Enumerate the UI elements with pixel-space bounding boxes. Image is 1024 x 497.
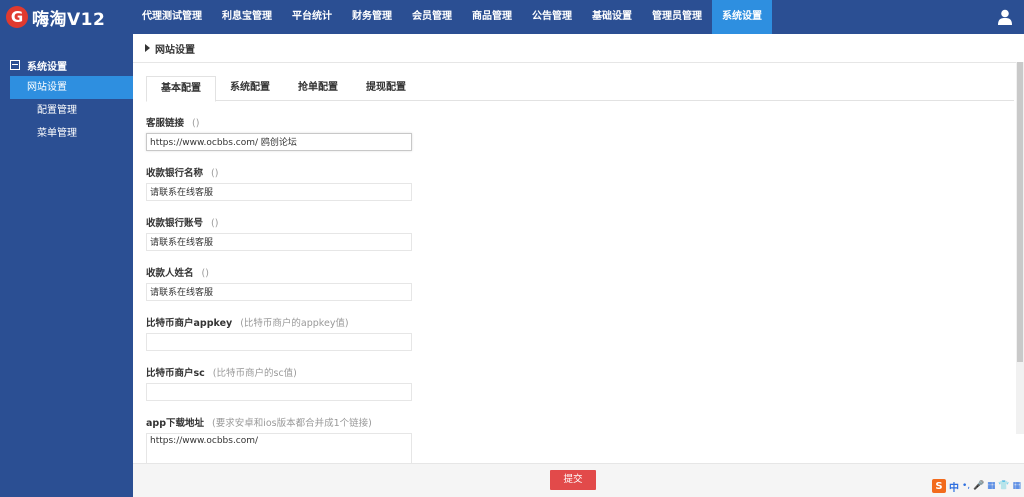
field-hint: () <box>211 168 219 179</box>
nav-item-notices[interactable]: 公告管理 <box>522 0 582 34</box>
field-hint: () <box>192 118 200 129</box>
tab-withdraw-config[interactable]: 提现配置 <box>352 76 420 100</box>
nav-item-interest[interactable]: 利息宝管理 <box>212 0 282 34</box>
field-label: 客服链接 <box>146 118 185 129</box>
field-label: 收款银行账号 <box>146 218 204 229</box>
field-service-link: 客服链接 () <box>146 115 199 129</box>
app-title: 嗨淘V12 <box>32 9 106 30</box>
field-payee-name: 收款人姓名 () <box>146 265 209 279</box>
scrollbar[interactable] <box>1016 62 1024 434</box>
top-navbar: G 嗨淘V12 代理测试管理 利息宝管理 平台统计 财务管理 会员管理 商品管理… <box>0 0 1024 34</box>
breadcrumb-label: 网站设置 <box>155 44 195 56</box>
tab-bar: 基本配置 系统配置 抢单配置 提现配置 <box>146 76 1014 102</box>
payee-name-input[interactable]: 请联系在线客服 <box>146 283 412 301</box>
service-link-input[interactable]: https://www.ocbbs.com/ 鸥创论坛 <box>146 133 412 151</box>
field-label: 比特币商户appkey <box>146 318 233 329</box>
nav-item-stats[interactable]: 平台统计 <box>282 0 342 34</box>
breadcrumb: 网站设置 <box>133 34 1024 63</box>
ime-tools-icons[interactable]: •, 🎤 ▦ 👕 ▦ <box>962 481 1021 491</box>
collapse-icon[interactable] <box>10 60 20 70</box>
field-label: 收款银行名称 <box>146 168 204 179</box>
field-bank-name: 收款银行名称 () <box>146 165 218 179</box>
btc-appkey-input[interactable] <box>146 333 412 351</box>
user-icon[interactable] <box>998 9 1012 25</box>
field-hint: (要求安卓和ios版本都合并成1个链接) <box>212 418 372 429</box>
nav-item-basic-settings[interactable]: 基础设置 <box>582 0 642 34</box>
field-label: 比特币商户sc <box>146 368 205 379</box>
field-hint: () <box>211 218 219 229</box>
nav-item-members[interactable]: 会员管理 <box>402 0 462 34</box>
sidebar-item-site-settings[interactable]: 网站设置 <box>10 76 133 99</box>
bank-name-input[interactable]: 请联系在线客服 <box>146 183 412 201</box>
field-hint: (比特币商户的appkey值) <box>240 318 349 329</box>
field-app-download: app下载地址 (要求安卓和ios版本都合并成1个链接) <box>146 415 372 429</box>
nav-item-system-settings[interactable]: 系统设置 <box>712 0 772 34</box>
btc-sc-input[interactable] <box>146 383 412 401</box>
form-footer: 提交 S 中 •, 🎤 ▦ 👕 ▦ <box>133 463 1024 497</box>
tab-basic-config[interactable]: 基本配置 <box>146 76 216 102</box>
sidebar-group[interactable]: 系统设置 <box>0 54 133 76</box>
main-content: 网站设置 基本配置 系统配置 抢单配置 提现配置 客服链接 () https://… <box>133 34 1024 497</box>
main-nav: 代理测试管理 利息宝管理 平台统计 财务管理 会员管理 商品管理 公告管理 基础… <box>132 0 772 34</box>
field-hint: () <box>201 268 209 279</box>
app-download-textarea[interactable]: https://www.ocbbs.com/ <box>146 433 412 467</box>
caret-right-icon <box>145 44 150 52</box>
field-btc-appkey: 比特币商户appkey (比特币商户的appkey值) <box>146 315 349 329</box>
field-bank-account: 收款银行账号 () <box>146 215 218 229</box>
nav-item-finance[interactable]: 财务管理 <box>342 0 402 34</box>
sidebar: 系统设置 网站设置 配置管理 菜单管理 <box>0 34 133 497</box>
app-logo[interactable]: G 嗨淘V12 <box>6 6 106 30</box>
sidebar-item-config[interactable]: 配置管理 <box>10 99 133 122</box>
ime-logo-icon[interactable]: S <box>931 479 946 493</box>
scrollbar-thumb[interactable] <box>1017 62 1023 362</box>
nav-item-admins[interactable]: 管理员管理 <box>642 0 712 34</box>
nav-item-products[interactable]: 商品管理 <box>462 0 522 34</box>
logo-mark: G <box>6 6 28 28</box>
field-btc-sc: 比特币商户sc (比特币商户的sc值) <box>146 365 297 379</box>
tab-system-config[interactable]: 系统配置 <box>216 76 284 100</box>
ime-toolbar[interactable]: S 中 •, 🎤 ▦ 👕 ▦ <box>931 478 1021 494</box>
field-hint: (比特币商户的sc值) <box>212 368 297 379</box>
tab-order-config[interactable]: 抢单配置 <box>284 76 352 100</box>
field-label: app下载地址 <box>146 418 205 429</box>
ime-mode-label[interactable]: 中 <box>949 479 959 494</box>
submit-button[interactable]: 提交 <box>550 470 596 490</box>
field-label: 收款人姓名 <box>146 268 194 279</box>
bank-account-input[interactable]: 请联系在线客服 <box>146 233 412 251</box>
sidebar-item-menu[interactable]: 菜单管理 <box>10 122 133 145</box>
sidebar-group-label: 系统设置 <box>27 61 67 73</box>
nav-item-agent-test[interactable]: 代理测试管理 <box>132 0 212 34</box>
